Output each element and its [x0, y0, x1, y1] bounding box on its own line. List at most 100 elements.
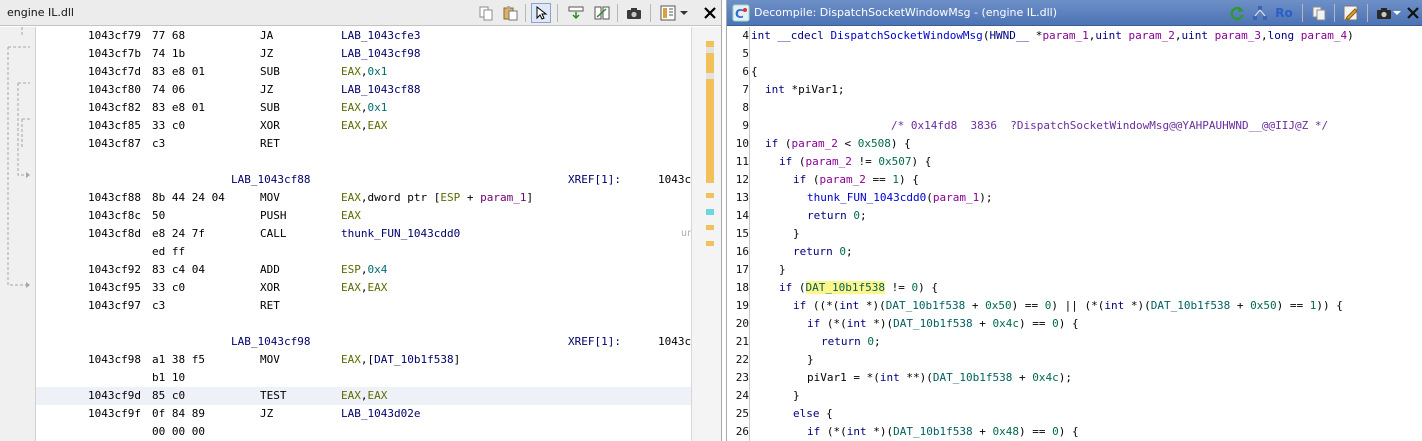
- listing-instruction-row[interactable]: 1043cf98 a1 38 f5 MOV EAX,[DAT_10b1f538]: [36, 351, 691, 369]
- code-line[interactable]: 5: [727, 45, 1422, 63]
- instruction-mnemonic: SUB: [260, 101, 280, 114]
- code-line[interactable]: 23 piVar1 = *(int **)(DAT_10b1f538 + 0x4c…: [727, 369, 1422, 387]
- code-line[interactable]: 9 /* 0x14fd8 3836 ?DispatchSocketWindowMs…: [727, 117, 1422, 135]
- code-line[interactable]: 19 if ((*(int *)(DAT_10b1f538 + 0x50) == …: [727, 297, 1422, 315]
- decompile-title-bar: C Decompile: DispatchSocketWindowMsg - (…: [727, 0, 1422, 26]
- instruction-operands: EAX,[DAT_10b1f538]: [341, 351, 460, 369]
- listing-instruction-row[interactable]: 1043cf92 83 c4 04 ADD ESP,0x4: [36, 261, 691, 279]
- listing-instruction-row[interactable]: 1043cf87 c3 RET: [36, 135, 691, 153]
- code-line[interactable]: 12 if (param_2 == 1) {: [727, 171, 1422, 189]
- xref-label: XREF[1]:: [568, 335, 621, 348]
- code-line[interactable]: 20 if (*(int *)(DAT_10b1f538 + 0x4c) == 0…: [727, 315, 1422, 333]
- line-number: 24: [735, 389, 749, 402]
- copy-icon[interactable]: [1309, 3, 1329, 23]
- listing-instruction-row[interactable]: 1043cf7d 83 e8 01 SUB EAX,0x1: [36, 63, 691, 81]
- listing-label-row[interactable]: LAB_1043cf88 XREF[1]: 1043c: [36, 171, 691, 189]
- listing-instruction-row[interactable]: 1043cf80 74 06 JZ LAB_1043cf88: [36, 81, 691, 99]
- listing-instruction-row[interactable]: 1043cf97 c3 RET: [36, 297, 691, 315]
- operand-token[interactable]: LAB_1043d02e: [341, 407, 420, 420]
- operand-token: EAX: [367, 389, 388, 402]
- code-line[interactable]: 11 if (param_2 != 0x507) {: [727, 153, 1422, 171]
- close-icon[interactable]: [700, 3, 720, 23]
- copy-icon[interactable]: [476, 3, 496, 23]
- listing-instruction-row[interactable]: 1043cf9d 85 c0 TEST EAX,EAX: [36, 387, 691, 405]
- code-line[interactable]: 13 thunk_FUN_1043cdd0(param_1);: [727, 189, 1422, 207]
- listing-instruction-row[interactable]: 1043cf8c 50 PUSH EAX: [36, 207, 691, 225]
- code-line[interactable]: 25 else {: [727, 405, 1422, 423]
- instruction-address: 1043cf8c: [88, 209, 141, 222]
- overview-ruler[interactable]: [691, 27, 721, 441]
- code-line[interactable]: 17}: [727, 261, 1422, 279]
- field-layout-icon[interactable]: [658, 3, 678, 23]
- dropdown-arrow-icon[interactable]: [1392, 3, 1402, 23]
- instruction-bytes: 85 c0: [152, 389, 186, 402]
- operand-token: ,: [360, 263, 368, 276]
- line-number: 12: [735, 173, 749, 186]
- read-only-icon[interactable]: Ro: [1271, 3, 1297, 23]
- refresh-icon[interactable]: [1227, 3, 1247, 23]
- paste-icon[interactable]: [500, 3, 520, 23]
- operand-token: +: [460, 191, 481, 204]
- listing-instruction-row[interactable]: 1043cf8d e8 24 7f CALL thunk_FUN_1043cdd0 un: [36, 225, 691, 243]
- listing-continuation-row[interactable]: b1 10: [36, 369, 691, 387]
- instruction-mnemonic: MOV: [260, 191, 280, 204]
- instruction-mnemonic: SUB: [260, 65, 280, 78]
- listing-view[interactable]: 1043cf79 77 68 JA LAB_1043cfe3 1043cf7b 74 1b…: [36, 27, 691, 441]
- listing-instruction-row[interactable]: 1043cf7b 74 1b JZ LAB_1043cf98: [36, 45, 691, 63]
- graph-icon[interactable]: [1250, 3, 1270, 23]
- code-line[interactable]: 6{: [727, 63, 1422, 81]
- code-line[interactable]: 8: [727, 99, 1422, 117]
- code-line[interactable]: 15}: [727, 225, 1422, 243]
- code-label: LAB_1043cf98: [231, 335, 311, 348]
- code-line[interactable]: 18 if (DAT_10b1f538 != 0) {: [727, 279, 1422, 297]
- operand-token[interactable]: DAT_10b1f538: [374, 353, 453, 366]
- code-line[interactable]: 24}: [727, 387, 1422, 405]
- listing-instruction-row[interactable]: 1043cf79 77 68 JA LAB_1043cfe3: [36, 27, 691, 45]
- read-only-label: Ro: [1275, 6, 1293, 20]
- code-text: if (*(int *)(DAT_10b1f538 + 0x4c) == 0) …: [807, 317, 1079, 330]
- operand-token[interactable]: LAB_1043cf88: [341, 83, 420, 96]
- edit-icon[interactable]: [1341, 3, 1361, 23]
- operand-token: EAX: [341, 101, 361, 114]
- instruction-mnemonic: JZ: [260, 47, 274, 60]
- listing-title-bar: engine IL.dll: [0, 0, 721, 26]
- code-line[interactable]: 10 if (param_2 < 0x508) {: [727, 135, 1422, 153]
- code-line[interactable]: 26 if (*(int *)(DAT_10b1f538 + 0x48) == 0…: [727, 423, 1422, 441]
- instruction-address: 1043cf88: [88, 191, 141, 204]
- cursor-select-icon[interactable]: [531, 3, 551, 23]
- navigation-icon[interactable]: [566, 3, 586, 23]
- line-number: 11: [735, 155, 749, 168]
- operand-token[interactable]: LAB_1043cfe3: [341, 29, 420, 42]
- instruction-operands: EAX: [341, 207, 361, 225]
- code-line[interactable]: 7 int *piVar1;: [727, 81, 1422, 99]
- operand-token[interactable]: LAB_1043cf98: [341, 47, 420, 60]
- code-text: /* 0x14fd8 3836 ?DispatchSocketWindowMsg…: [891, 119, 1329, 132]
- dropdown-arrow-icon[interactable]: [678, 3, 690, 23]
- code-line[interactable]: 16 return 0;: [727, 243, 1422, 261]
- decompiled-code-view[interactable]: 4 int __cdecl DispatchSocketWindowMsg(HWN…: [727, 27, 1422, 441]
- code-line[interactable]: 14 return 0;: [727, 207, 1422, 225]
- code-line[interactable]: 21 return 0;: [727, 333, 1422, 351]
- operand-token: ,: [360, 119, 368, 132]
- diff-icon[interactable]: [592, 3, 612, 23]
- listing-instruction-row[interactable]: 1043cf95 33 c0 XOR EAX,EAX: [36, 279, 691, 297]
- code-line[interactable]: 22}: [727, 351, 1422, 369]
- snapshot-icon[interactable]: [624, 3, 644, 23]
- listing-continuation-row[interactable]: 00 00 00: [36, 423, 691, 441]
- operand-token[interactable]: thunk_FUN_1043cdd0: [341, 227, 460, 240]
- snapshot-icon[interactable]: [1374, 3, 1394, 23]
- listing-continuation-row[interactable]: ed ff: [36, 243, 691, 261]
- listing-instruction-row[interactable]: 1043cf88 8b 44 24 04 MOV EAX,dword ptr [ESP…: [36, 189, 691, 207]
- instruction-operands: LAB_1043cfe3: [341, 27, 420, 45]
- listing-instruction-row[interactable]: 1043cf82 83 e8 01 SUB EAX,0x1: [36, 99, 691, 117]
- code-line[interactable]: 4 int __cdecl DispatchSocketWindowMsg(HWN…: [727, 27, 1422, 45]
- listing-label-row[interactable]: LAB_1043cf98 XREF[1]: 1043c: [36, 333, 691, 351]
- ruler-marker: [706, 47, 714, 53]
- listing-instruction-row[interactable]: 1043cf9f 0f 84 89 JZ LAB_1043d02e: [36, 405, 691, 423]
- listing-instruction-row[interactable]: 1043cf85 33 c0 XOR EAX,EAX: [36, 117, 691, 135]
- ruler-marker: [706, 225, 714, 230]
- close-icon[interactable]: [1403, 3, 1422, 23]
- instruction-bytes: 0f 84 89: [152, 407, 205, 420]
- instruction-bytes: 74 06: [152, 83, 186, 96]
- instruction-operands: EAX,EAX: [341, 387, 387, 405]
